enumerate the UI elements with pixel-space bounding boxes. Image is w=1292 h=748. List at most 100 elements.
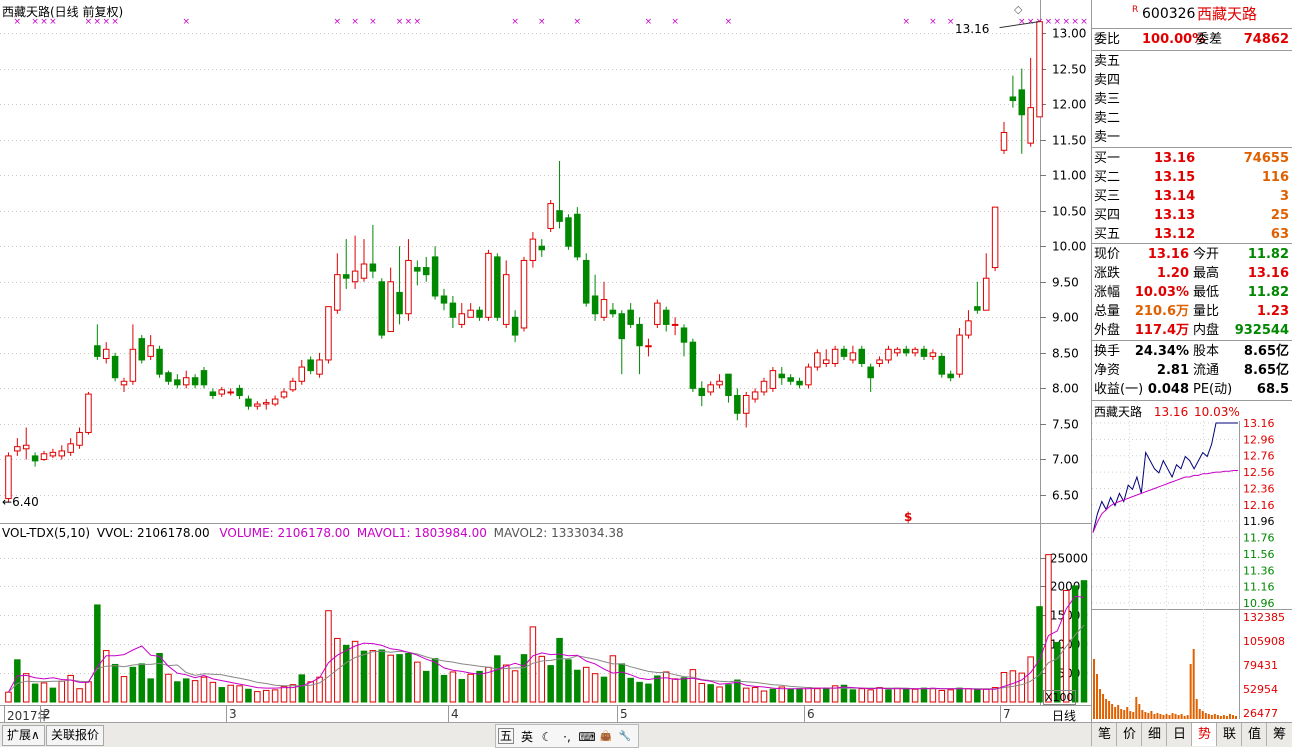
- candle-body-up: [600, 299, 608, 318]
- volume-bar-down: [769, 688, 777, 703]
- ime-moon-icon[interactable]: ☾: [538, 728, 556, 746]
- buy-price: 13.12: [1154, 227, 1196, 242]
- volume-bar-up: [165, 673, 172, 703]
- volume-svg[interactable]: 250002000015000100005000: [0, 524, 1091, 706]
- volume-bar-up: [778, 686, 786, 703]
- stat-label: 涨幅: [1094, 285, 1121, 300]
- y-tick-label: 9.00: [1052, 311, 1079, 325]
- top-signal-marker: ×: [182, 17, 190, 27]
- buy-row-3[interactable]: 买三 13.14 3: [1092, 187, 1292, 206]
- intraday-chart[interactable]: 西藏天路 13.16 10.03% 13.16 12.96 12.76 12.56 12…: [1092, 401, 1292, 722]
- stat-label: 内盘: [1193, 323, 1220, 338]
- candle-body-down: [565, 217, 572, 247]
- top-signal-marker: ×: [351, 17, 359, 27]
- tab-3[interactable]: 日: [1166, 723, 1192, 746]
- buy-row-5[interactable]: 买五 13.12 63: [1092, 225, 1292, 244]
- candle-body-down: [165, 372, 172, 382]
- sell-row-2[interactable]: 卖二: [1092, 109, 1292, 128]
- tab-7[interactable]: 筹: [1266, 723, 1292, 746]
- volume-multiplier: X100: [1043, 690, 1076, 705]
- stock-name[interactable]: 西藏天路: [1197, 5, 1257, 24]
- ime-bag-icon[interactable]: 👜: [597, 728, 615, 746]
- intraday-vol-tick: 105908: [1243, 635, 1285, 648]
- intraday-vol-bar: [1132, 712, 1135, 719]
- ime-tool-icon[interactable]: 🔧: [616, 728, 634, 746]
- buy-row-2[interactable]: 买二 13.15 116: [1092, 168, 1292, 187]
- ime-wubi-icon[interactable]: 五: [498, 728, 514, 744]
- top-signal-marker: ×: [1018, 17, 1026, 27]
- intraday-svg[interactable]: 13.16 12.96 12.76 12.56 12.36 12.16 11.96 11.76…: [1092, 401, 1292, 722]
- candle-body-down: [680, 327, 688, 343]
- buy-row-1[interactable]: 买一 13.16 74655: [1092, 149, 1292, 168]
- candle-body-down: [396, 291, 403, 315]
- ime-keyboard-icon[interactable]: ⌨: [578, 728, 596, 746]
- volume-bar-up: [227, 684, 234, 703]
- candle-body-up: [458, 313, 466, 325]
- tab-5[interactable]: 联: [1216, 723, 1242, 746]
- tab-1[interactable]: 价: [1116, 723, 1142, 746]
- candle-body-up: [760, 380, 768, 393]
- kline-svg[interactable]: 13.00 12.50 12.00 11.50 11.00 10.50 10.00 9.50 9…: [0, 0, 1091, 523]
- buy-row-4[interactable]: 买四 13.13 25: [1092, 206, 1292, 225]
- volume-bar-up: [85, 681, 92, 703]
- candle-body-down: [1009, 96, 1017, 102]
- intraday-vol-bar: [1093, 659, 1095, 719]
- intraday-price-tick: 11.76: [1243, 532, 1275, 545]
- intraday-price-tick: 12.36: [1243, 482, 1275, 495]
- volume-chart[interactable]: 250002000015000100005000 VOL-TDX(5,10) V…: [0, 523, 1091, 706]
- volume-bar-up: [814, 688, 821, 703]
- intraday-vol-bar: [1123, 710, 1126, 719]
- volume-bar-up: [351, 640, 359, 703]
- ime-punct-icon[interactable]: ·,: [558, 728, 576, 746]
- candle-body-up: [645, 345, 652, 348]
- sell-row-5[interactable]: 卖五: [1092, 52, 1292, 71]
- volume-bar-down: [396, 654, 403, 703]
- volume-bar-down: [920, 687, 928, 703]
- volume-bar-up: [467, 673, 474, 703]
- candle-body-down: [494, 256, 501, 318]
- candle-body-up: [654, 302, 661, 325]
- intraday-price-tick: 11.96: [1243, 515, 1275, 528]
- tab-6[interactable]: 值: [1241, 723, 1267, 746]
- related-quote-tab[interactable]: 关联报价: [46, 725, 105, 746]
- candle-body-up: [991, 206, 999, 269]
- quote-panel: R 600326 西藏天路 委比 100.00% 委差 74862 卖五 卖四 卖三…: [1091, 0, 1292, 722]
- last-price-marker: 13.16: [955, 22, 990, 36]
- intraday-vol-bar: [1180, 714, 1183, 719]
- x-axis-tick: [617, 706, 618, 723]
- candle-body-down: [787, 377, 794, 382]
- diamond-icon[interactable]: ◇: [1014, 3, 1022, 16]
- stat-label: 外盘: [1094, 323, 1121, 338]
- ime-english-icon[interactable]: 英: [518, 728, 536, 746]
- stat-label: 现价: [1094, 247, 1121, 262]
- volume-bar-up: [191, 680, 199, 703]
- tab-0[interactable]: 笔: [1091, 723, 1117, 746]
- volume-bar-down: [787, 688, 794, 703]
- intraday-vol-tick: 52954: [1243, 683, 1278, 696]
- stat-value: 11.82: [1247, 247, 1289, 262]
- tab-2[interactable]: 细: [1141, 723, 1167, 746]
- buy-label: 买一: [1094, 151, 1121, 166]
- sell-row-3[interactable]: 卖三: [1092, 90, 1292, 109]
- tab-4[interactable]: 势: [1191, 723, 1217, 746]
- volume-bar-up: [742, 687, 750, 703]
- intraday-price-tick: 12.96: [1243, 433, 1275, 446]
- kline-chart[interactable]: 13.00 12.50 12.00 11.50 11.00 10.50 10.00 9.50 9…: [0, 0, 1091, 524]
- sell-row-4[interactable]: 卖四: [1092, 71, 1292, 90]
- top-signal-marker: ×: [671, 17, 679, 27]
- volume-bar-up: [511, 670, 519, 703]
- y-tick-label: 12.50: [1052, 63, 1086, 77]
- volume-bar-up: [858, 688, 866, 703]
- sell-row-1[interactable]: 卖一: [1092, 128, 1292, 147]
- top-signal-marker: ×: [1071, 17, 1079, 27]
- buy-volume: 3: [1279, 189, 1289, 204]
- volume-bar-up: [609, 655, 617, 703]
- candle-body-up: [49, 451, 57, 457]
- volume-bar-up: [929, 688, 937, 703]
- volume-bar-up: [325, 610, 332, 703]
- candle-body-down: [191, 377, 199, 386]
- volume-bar-up: [894, 687, 901, 703]
- candle-body-up: [467, 309, 474, 318]
- expand-tab[interactable]: 扩展∧: [2, 725, 45, 746]
- candle-body-up: [751, 391, 759, 400]
